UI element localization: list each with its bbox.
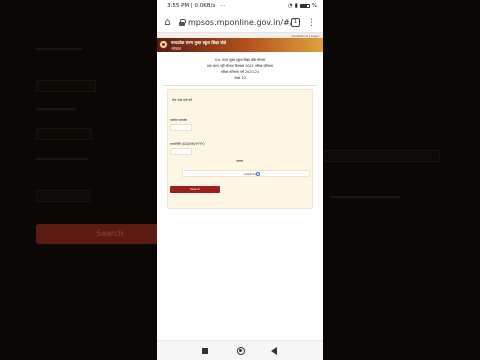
search-button[interactable]: Search	[170, 186, 220, 193]
site-header: मध्यप्रदेश राज्य मुक्त स्कूल शिक्षा बोर्…	[157, 38, 323, 52]
captcha-radio[interactable]	[256, 172, 260, 176]
lock-icon[interactable]	[179, 19, 186, 26]
status-bar: 3:55 PM | 0.0KB/s ··· ◔ ▮ %	[157, 0, 323, 13]
background-line	[36, 48, 82, 50]
top-strip-links[interactable]: Contact us | Login	[292, 34, 319, 38]
phone-screen: 3:55 PM | 0.0KB/s ··· ◔ ▮ % ⌂ mpsos.mpon…	[157, 0, 323, 360]
background-line	[36, 158, 88, 160]
roll-number-label: रोल नंबर दर्ज करें	[172, 98, 193, 102]
tabs-icon[interactable]: 1	[291, 18, 300, 27]
background-box	[36, 190, 90, 202]
home-nav-icon[interactable]	[237, 347, 245, 355]
header-subtitle: भोपाल	[171, 45, 181, 51]
background-search-text: Search	[96, 229, 124, 238]
menu-icon[interactable]: ⋮	[307, 17, 316, 29]
web-page: Contact us | Login मध्यप्रदेश राज्य मुक्…	[157, 33, 323, 340]
status-time: 3:55 PM | 0.0KB/s	[167, 3, 216, 9]
result-form: रोल नंबर दर्ज करें आवेदन क्रमांक जन्मतिथ…	[167, 89, 313, 209]
background-box	[36, 80, 96, 92]
background-right-panel	[320, 0, 480, 360]
background-line	[330, 196, 400, 198]
background-box	[36, 128, 92, 140]
recents-icon[interactable]	[202, 348, 208, 354]
wifi-icon: ◔	[287, 3, 293, 9]
divider	[163, 85, 317, 86]
captcha-label: Captcha	[244, 172, 257, 176]
result-notice: म.प्र. राज्य मुक्त स्कूल शिक्षा बोर्ड भो…	[163, 57, 317, 81]
board-logo	[159, 40, 168, 49]
background-left-panel: Search	[0, 0, 160, 360]
application-number-input[interactable]	[170, 124, 192, 131]
browser-url-bar: ⌂ mpsos.mponline.gov.in/#/ 1 ⋮	[157, 13, 323, 33]
background-box	[320, 150, 440, 162]
application-number-label: आवेदन क्रमांक	[170, 118, 188, 122]
notice-line: कक्षा 10	[234, 76, 246, 80]
dob-label: जन्मतिथि (DD/MM/YYYY)	[170, 142, 205, 146]
back-icon[interactable]	[271, 347, 277, 355]
status-icons: ◔ ▮ %	[288, 3, 317, 9]
signal-icon: ▮	[294, 3, 298, 9]
battery-percent: %	[311, 3, 317, 9]
status-extra: ···	[220, 3, 226, 9]
battery-icon	[299, 4, 310, 8]
url-text[interactable]: mpsos.mponline.gov.in/#/	[188, 18, 292, 27]
android-nav-bar	[157, 340, 323, 360]
dob-input[interactable]	[170, 148, 192, 155]
background-line	[36, 108, 76, 110]
screen: Search 3:55 PM | 0.0KB/s ··· ◔ ▮ % ⌂ mps…	[0, 0, 480, 360]
or-label: अथवा	[236, 159, 244, 163]
captcha-row: Captcha	[182, 170, 310, 177]
home-icon[interactable]: ⌂	[162, 17, 173, 28]
